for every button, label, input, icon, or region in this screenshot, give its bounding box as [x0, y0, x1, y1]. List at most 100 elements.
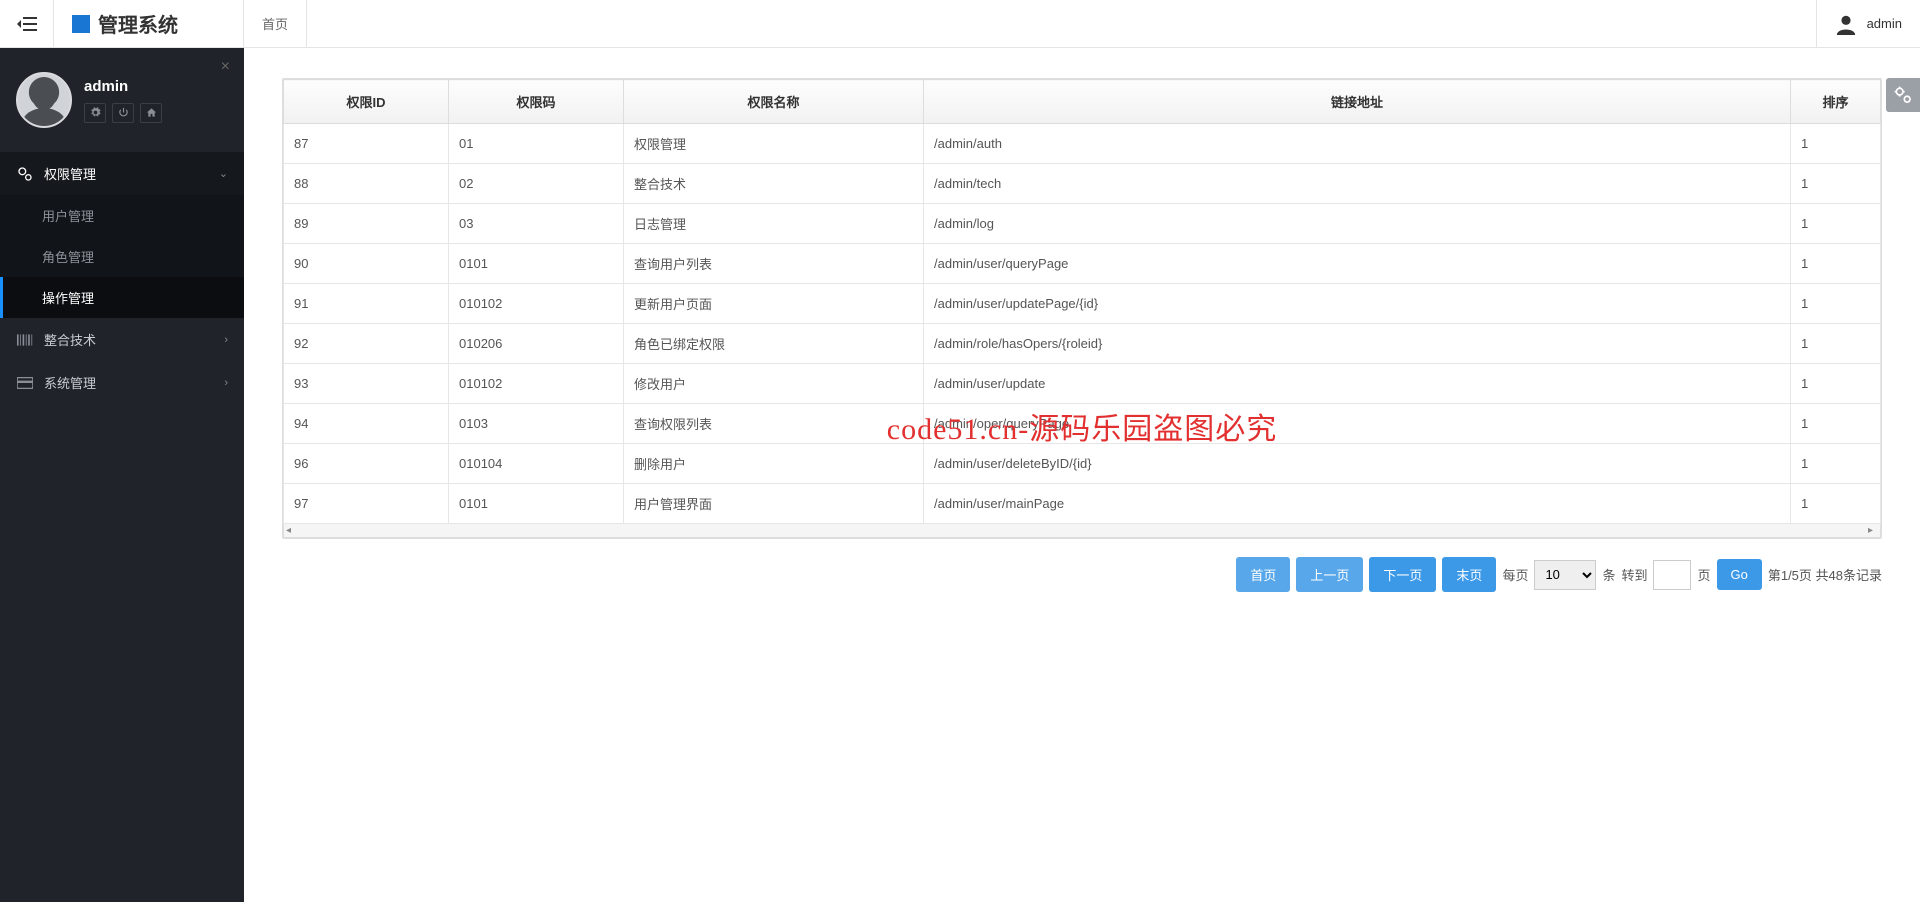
page-next-button[interactable]: 下一页 [1369, 557, 1436, 592]
gears-icon [16, 166, 34, 182]
cell-name: 角色已绑定权限 [624, 324, 924, 364]
tab-home[interactable]: 首页 [244, 0, 307, 48]
cell-code: 010102 [449, 284, 624, 324]
sidebar-profile: admin [0, 48, 244, 152]
table-header-row: 权限ID 权限码 权限名称 链接地址 排序 [284, 80, 1881, 124]
cell-url: /admin/role/hasOpers/{roleid} [924, 324, 1791, 364]
table-row[interactable]: 970101用户管理界面/admin/user/mainPage1 [284, 484, 1881, 524]
pagination: 首页 上一页 下一页 末页 每页 10 条 转到 页 Go 第1/5页 共48条… [282, 557, 1882, 592]
cell-url: /admin/user/deleteByID/{id} [924, 444, 1791, 484]
cell-url: /admin/user/queryPage [924, 244, 1791, 284]
cell-name: 整合技术 [624, 164, 924, 204]
goto-page-input[interactable] [1653, 560, 1691, 590]
permission-table: 权限ID 权限码 权限名称 链接地址 排序 8701权限管理/admin/aut… [282, 78, 1882, 539]
cell-code: 02 [449, 164, 624, 204]
page-summary: 第1/5页 共48条记录 [1768, 565, 1882, 584]
cell-id: 97 [284, 484, 449, 524]
username-label: admin [1867, 16, 1902, 31]
sidebar-close[interactable]: × [221, 58, 230, 76]
per-page-pre-label: 每页 [1502, 565, 1528, 584]
subnav-permission: 用户管理 角色管理 操作管理 [0, 195, 244, 318]
cell-sort: 1 [1791, 484, 1881, 524]
th-sort[interactable]: 排序 [1791, 80, 1881, 124]
chevron-right-icon: › [224, 377, 228, 389]
cell-name: 删除用户 [624, 444, 924, 484]
cell-url: /admin/user/mainPage [924, 484, 1791, 524]
cell-url: /admin/log [924, 204, 1791, 244]
table-row[interactable]: 8903日志管理/admin/log1 [284, 204, 1881, 244]
cell-id: 88 [284, 164, 449, 204]
cell-sort: 1 [1791, 124, 1881, 164]
table-row[interactable]: 93010102修改用户/admin/user/update1 [284, 364, 1881, 404]
nav-system[interactable]: 系统管理 › [0, 361, 244, 404]
page-first-button[interactable]: 首页 [1236, 557, 1290, 592]
user-icon [1835, 13, 1857, 35]
cell-sort: 1 [1791, 244, 1881, 284]
th-name[interactable]: 权限名称 [624, 80, 924, 124]
nav-tech[interactable]: 整合技术 › [0, 318, 244, 361]
per-page-suf-label: 条 [1602, 565, 1615, 584]
th-code[interactable]: 权限码 [449, 80, 624, 124]
cell-sort: 1 [1791, 164, 1881, 204]
table-row[interactable]: 92010206角色已绑定权限/admin/role/hasOpers/{rol… [284, 324, 1881, 364]
sidebar-username: admin [84, 78, 162, 95]
cell-sort: 1 [1791, 324, 1881, 364]
cell-name: 权限管理 [624, 124, 924, 164]
nav-label: 整合技术 [44, 330, 96, 349]
chevron-down-icon: ⌄ [219, 167, 228, 180]
cell-code: 0103 [449, 404, 624, 444]
cell-sort: 1 [1791, 284, 1881, 324]
th-url[interactable]: 链接地址 [924, 80, 1791, 124]
page-prev-button[interactable]: 上一页 [1296, 557, 1363, 592]
cell-url: /admin/tech [924, 164, 1791, 204]
cell-id: 93 [284, 364, 449, 404]
subnav-user-mgmt[interactable]: 用户管理 [0, 195, 244, 236]
cell-sort: 1 [1791, 404, 1881, 444]
nav-label: 权限管理 [44, 164, 96, 183]
cell-id: 87 [284, 124, 449, 164]
page-size-select[interactable]: 10 [1534, 560, 1596, 590]
table-row[interactable]: 91010102更新用户页面/admin/user/updatePage/{id… [284, 284, 1881, 324]
cell-name: 更新用户页面 [624, 284, 924, 324]
home-icon[interactable] [140, 103, 162, 123]
cell-id: 89 [284, 204, 449, 244]
cell-name: 用户管理界面 [624, 484, 924, 524]
cell-url: /admin/user/updatePage/{id} [924, 284, 1791, 324]
cell-name: 日志管理 [624, 204, 924, 244]
user-menu[interactable]: admin [1816, 0, 1920, 48]
horizontal-scrollbar[interactable]: ◂ ▸ [283, 524, 1881, 538]
cell-url: /admin/auth [924, 124, 1791, 164]
page-last-button[interactable]: 末页 [1442, 557, 1496, 592]
table-row[interactable]: 96010104删除用户/admin/user/deleteByID/{id}1 [284, 444, 1881, 484]
cell-name: 查询用户列表 [624, 244, 924, 284]
brand-logo [72, 15, 90, 33]
topbar: 管理系统 首页 admin [0, 0, 1920, 48]
sidebar-toggle[interactable] [0, 0, 54, 48]
chevron-right-icon: › [224, 334, 228, 346]
cell-code: 0101 [449, 484, 624, 524]
cell-id: 92 [284, 324, 449, 364]
table-row[interactable]: 8802整合技术/admin/tech1 [284, 164, 1881, 204]
power-icon[interactable] [112, 103, 134, 123]
go-button[interactable]: Go [1717, 559, 1762, 590]
cell-name: 查询权限列表 [624, 404, 924, 444]
cell-id: 91 [284, 284, 449, 324]
scroll-left-icon[interactable]: ◂ [286, 525, 296, 535]
cell-sort: 1 [1791, 444, 1881, 484]
cell-code: 010102 [449, 364, 624, 404]
table-row[interactable]: 940103查询权限列表/admin/oper/queryPage1 [284, 404, 1881, 444]
cell-url: /admin/user/update [924, 364, 1791, 404]
sidebar: × admin 权限管理 ⌄ 用户管理 角色管理 操作管理 整合技 [0, 48, 244, 902]
brand: 管理系统 [54, 0, 244, 48]
nav-permission[interactable]: 权限管理 ⌄ [0, 152, 244, 195]
settings-float-button[interactable] [1886, 78, 1920, 112]
table-row[interactable]: 8701权限管理/admin/auth1 [284, 124, 1881, 164]
subnav-role-mgmt[interactable]: 角色管理 [0, 236, 244, 277]
table-row[interactable]: 900101查询用户列表/admin/user/queryPage1 [284, 244, 1881, 284]
th-id[interactable]: 权限ID [284, 80, 449, 124]
cell-code: 0101 [449, 244, 624, 284]
scroll-right-icon[interactable]: ▸ [1868, 525, 1878, 535]
gear-icon[interactable] [84, 103, 106, 123]
subnav-oper-mgmt[interactable]: 操作管理 [0, 277, 244, 318]
cell-sort: 1 [1791, 204, 1881, 244]
